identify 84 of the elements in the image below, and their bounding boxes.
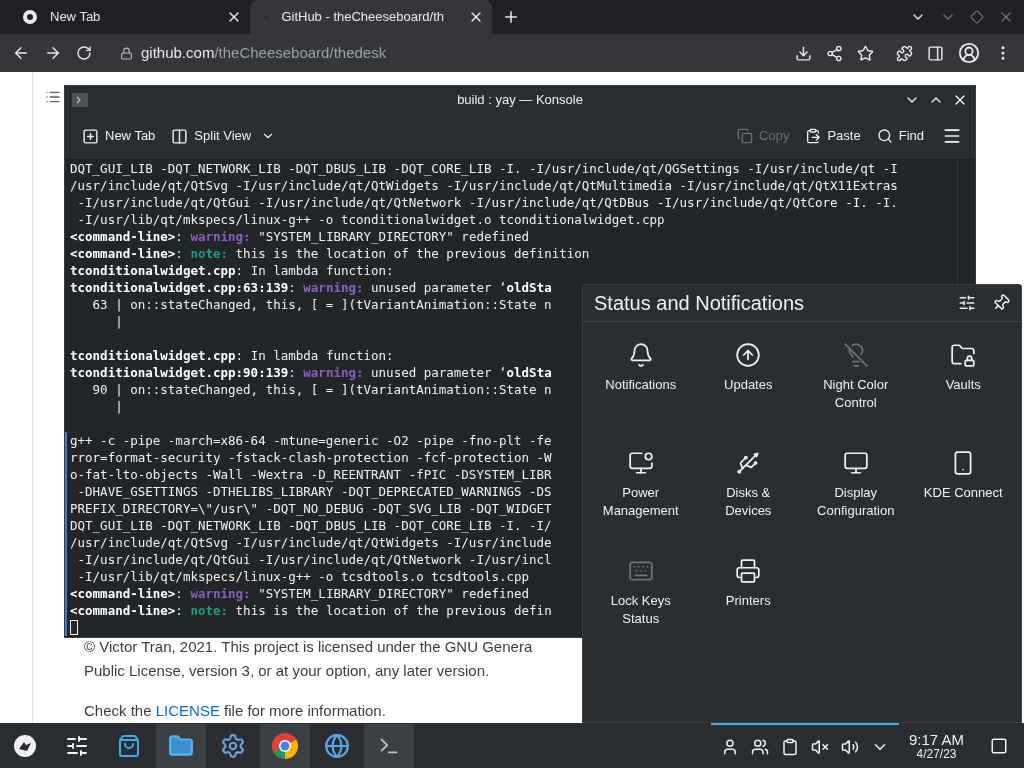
panel-title: Status and Notifications [594,291,805,316]
muted-speaker-icon[interactable] [810,737,829,756]
browser-icon [271,732,299,760]
terminal-line: tconditionalwidget.cpp:63:139: warning: unused parameter ‘oldSta [70,280,552,295]
speaker-icon[interactable] [840,737,859,756]
terminal-line: tconditionalwidget.cpp: In lambda function: [70,348,394,363]
terminal-line: g++ -c -pipe -march=x86-64 -mtune=generic -O2 -pipe -fno-plt -fe [70,433,552,448]
show-desktop-icon[interactable] [990,737,1008,755]
terminal-line: DQT_GUI_LIB -DQT_NETWORK_LIB -DQT_DBUS_LIB -DQT_CORE_LIB -I. -I/usr/include/qt/QGSettings -I/usr/include/qt -I [70,161,898,176]
taskbar-app[interactable] [260,724,310,768]
applet-label[interactable]: Vaults [937,376,989,394]
copy-icon [737,128,754,144]
terminal-line: -I/usr/include/qt/QtGui -I/usr/include/qt/QtNetwork -I/usr/include/qt/QtDBus -I/usr/include/qt/QtCore -I. -I. [76,195,898,210]
side-panel-icon[interactable] [927,44,944,62]
terminal-line: <command-line>: note: this is the location of the previous defin [70,603,552,618]
new-tab-icon[interactable] [502,8,520,26]
terminal-line: /usr/include/qt/QtSvg -I/usr/include/qt/QtWidgets -I/usr/include/qt/QtMultimedia -I/usr/include/qt/QtX11Extras [70,178,898,193]
profile-icon[interactable] [958,42,980,64]
list-icon[interactable] [45,89,61,105]
terminal-line: -DHAVE_GSETTINGS -DTHELIBS_LIBRARY -DQT_DEPRECATED_WARNINGS -DS [76,484,552,499]
window-title: build : yay — Konsole [457,90,583,109]
applet-label[interactable]: Night Color Control [802,376,910,412]
terminal-line: tconditionalwidget.cpp:90:139: warning: unused parameter ‘oldSta [70,365,552,380]
terminal-line: o-fat-lto-objects -Wall -Wextra -D_REENTRANT -fPIC -DSYSTEM_LIBR [70,467,552,482]
terminal-line: -I/usr/include/qt/QtGui -I/usr/include/qt/QtNetwork -I/usr/incl [76,552,552,567]
lock-icon[interactable] [120,46,133,60]
terminal-line: 63 | on::stateChanged, this, [ = ](tVariantAnimation::State n [91,297,552,312]
terminal-icon [72,92,88,107]
terminal-line: <command-line>: warning: "SYSTEM_LIBRARY_DIRECTORY" redefined [70,586,530,601]
launcher-icon [13,734,37,758]
applet-label[interactable]: Disks & Devices [694,484,802,520]
license-text: © Victor Tran, 2021. This project is licensed under the GNU Genera [84,637,534,657]
terminal-line: 90 | on::stateChanged, this, [ = ](tVariantAnimation::State n [91,382,552,397]
text-cursor [70,620,78,635]
forward-icon[interactable] [44,44,62,62]
gear-icon [220,733,246,759]
terminal-line: tconditionalwidget.cpp: In lambda function: [70,263,394,278]
terminal-line: | [114,314,123,329]
toolbar-button[interactable]: Split View [167,122,280,150]
terminal-line: -I/usr/lib/qt/mkspecs/linux-g++ -o tcsdtools.o tcsdtools.cpp [76,569,530,584]
applet-label[interactable]: Updates [716,376,781,394]
bookmark-icon[interactable] [857,44,874,62]
toolbar-button[interactable]: Paste [801,122,865,150]
terminal-line: -I/usr/lib/qt/mkspecs/linux-g++ -o tconditionalwidget.o tconditionalwidget.cpp [76,212,665,227]
toolbar-button[interactable]: Find [872,122,928,150]
paste-icon [805,128,822,144]
extensions-icon[interactable] [896,44,913,62]
applet-label[interactable]: Display Configuration [802,484,910,520]
applet-label[interactable]: Notifications [597,376,685,394]
terminal-line: rror=format-security -fstack-clash-protection -fcf-protection -W [70,450,552,465]
applet-label[interactable]: Power Management [587,484,695,520]
browser-tab[interactable]: GitHub - theCheeseboard/th [250,0,492,34]
reload-icon[interactable] [76,45,92,61]
back-icon[interactable] [12,44,30,62]
license-text: Public License, version 3, or at your option, any later version. [84,661,491,681]
search-icon [876,128,893,144]
tab-title: New Tab [50,8,101,27]
share-icon[interactable] [826,44,843,62]
clipboard-icon[interactable] [780,737,799,756]
address-field[interactable]: github.com/theCheeseboard/thedesk [141,41,387,65]
applet-label[interactable]: Printers [717,592,779,610]
toolbar-button[interactable]: New Tab [78,122,160,150]
tab-title: GitHub - theCheeseboard/th [281,8,444,27]
license-link[interactable]: LICENSE [155,702,220,719]
terminal-line: /usr/include/qt/QtSvg -I/usr/include/qt/QtWidgets -I/usr/include [70,535,552,550]
new-tab-icon [82,127,99,145]
users-icon[interactable] [750,737,769,756]
split-view-icon [171,127,189,145]
terminal-line: PREFIX_DIRECTORY=\"/usr\" -DQT_NO_DEBUG -DQT_SVG_LIB -DQT_WIDGET [70,501,552,516]
applet-label[interactable]: KDE Connect [915,484,1011,502]
terminal-line: DQT_GUI_LIB -DQT_NETWORK_LIB -DQT_DBUS_LIB -DQT_CORE_LIB -I. -I/ [70,518,552,533]
terminal-line: <command-line>: note: this is the location of the previous definition [70,246,590,261]
mixer-icon [65,734,89,758]
globe-icon [324,733,350,759]
clock[interactable]: 9:17 AM 4/27/23 [898,724,974,768]
terminal-line: <command-line>: warning: "SYSTEM_LIBRARY_DIRECTORY" redefined [70,229,530,244]
terminal-line: | [114,399,123,414]
install-icon[interactable] [795,44,812,62]
menu-icon[interactable] [942,126,962,146]
browser-logo-icon [22,9,38,25]
shopping-bag-icon [117,734,141,758]
settings-icon[interactable] [958,294,976,312]
applet-label[interactable]: Lock Keys Status [587,592,695,628]
folder-icon [168,733,194,759]
